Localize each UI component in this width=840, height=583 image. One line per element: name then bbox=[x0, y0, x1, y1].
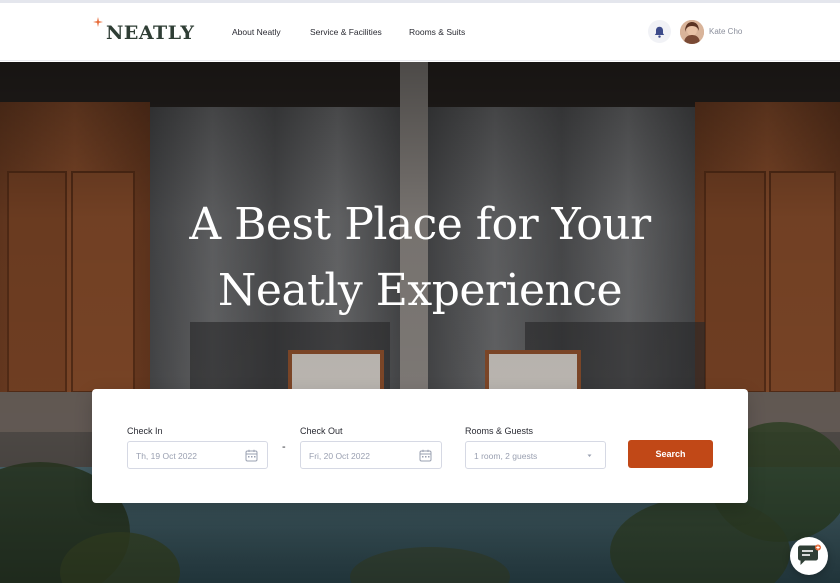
hero-section: A Best Place for Your Neatly Experience bbox=[0, 62, 840, 583]
check-out-label: Check Out bbox=[300, 426, 343, 436]
date-separator: - bbox=[282, 441, 286, 453]
rooms-guests-select[interactable]: 1 room, 2 guests bbox=[465, 441, 606, 469]
avatar[interactable] bbox=[680, 20, 704, 44]
header: NEATLY About Neatly Service & Facilities… bbox=[0, 3, 840, 61]
chat-button[interactable] bbox=[790, 537, 828, 575]
calendar-icon bbox=[245, 449, 258, 462]
notification-button[interactable] bbox=[648, 20, 671, 43]
nav-services[interactable]: Service & Facilities bbox=[310, 27, 382, 37]
hero-title-line-2: Neatly Experience bbox=[217, 265, 623, 316]
search-button[interactable]: Search bbox=[628, 440, 713, 468]
caret-down-icon bbox=[587, 454, 592, 457]
booking-search-card: Check In Th, 19 Oct 2022 - Check Out Fri… bbox=[92, 389, 748, 503]
calendar-icon bbox=[419, 449, 432, 462]
bell-icon bbox=[654, 26, 665, 38]
check-in-label: Check In bbox=[127, 426, 163, 436]
user-name[interactable]: Kate Cho bbox=[709, 27, 742, 36]
check-in-value: Th, 19 Oct 2022 bbox=[136, 451, 197, 461]
rooms-guests-label: Rooms & Guests bbox=[465, 426, 534, 436]
rooms-guests-value: 1 room, 2 guests bbox=[474, 451, 538, 461]
sparkle-icon bbox=[93, 17, 103, 27]
check-out-field[interactable]: Fri, 20 Oct 2022 bbox=[300, 441, 442, 469]
nav-about[interactable]: About Neatly bbox=[232, 27, 281, 37]
check-out-value: Fri, 20 Oct 2022 bbox=[309, 451, 370, 461]
hero-title-line-1: A Best Place for Your bbox=[189, 199, 651, 250]
brand-name: NEATLY bbox=[106, 22, 195, 44]
nav-rooms[interactable]: Rooms & Suits bbox=[409, 27, 465, 37]
check-in-field[interactable]: Th, 19 Oct 2022 bbox=[127, 441, 268, 469]
hero-title: A Best Place for Your Neatly Experience bbox=[0, 192, 840, 324]
chat-icon bbox=[798, 544, 821, 565]
